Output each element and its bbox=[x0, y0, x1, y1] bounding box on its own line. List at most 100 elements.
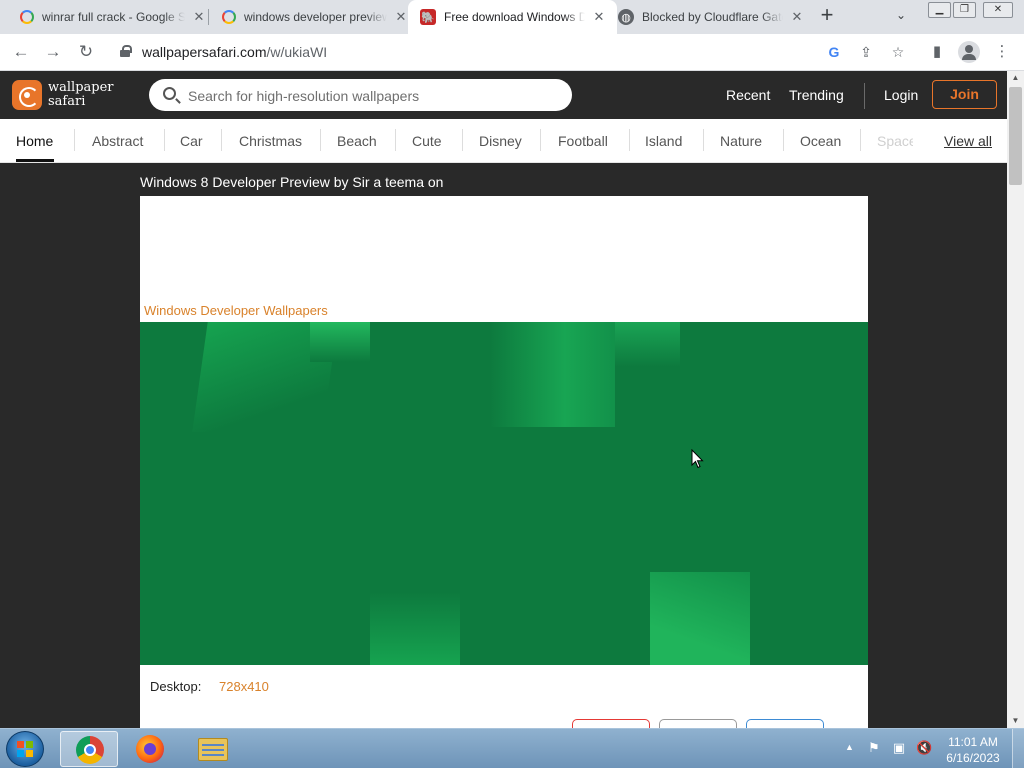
google-icon bbox=[20, 10, 34, 24]
tab-google-search-windows-developer[interactable]: windows developer preview ✕ bbox=[210, 0, 419, 34]
category-football[interactable]: Football bbox=[558, 133, 608, 149]
clock-date: 6/16/2023 bbox=[946, 751, 1000, 765]
category-separator bbox=[395, 129, 396, 151]
trending-link[interactable]: Trending bbox=[789, 87, 844, 103]
clock-time: 11:01 AM bbox=[948, 735, 998, 749]
taskbar-chrome-button[interactable] bbox=[60, 731, 118, 767]
category-abstract[interactable]: Abstract bbox=[92, 133, 143, 149]
join-button[interactable]: Join bbox=[932, 80, 997, 109]
header-divider bbox=[864, 83, 865, 109]
windows-developer-wallpapers-link[interactable]: Windows Developer Wallpapers bbox=[144, 303, 328, 318]
google-lens-icon[interactable]: G bbox=[824, 42, 844, 62]
address-bar[interactable]: wallpapersafari.com/w/ukiaWI G ⇪ ☆ bbox=[108, 38, 918, 66]
tab-wallpapersafari-active[interactable]: 🐘 Free download Windows Developer ✕ bbox=[408, 0, 617, 34]
active-category-underline bbox=[16, 159, 54, 162]
category-separator bbox=[783, 129, 784, 151]
category-separator bbox=[462, 129, 463, 151]
share-icon[interactable]: ⇪ bbox=[856, 42, 876, 62]
file-explorer-icon bbox=[198, 738, 228, 761]
tab-close-icon[interactable]: ✕ bbox=[191, 9, 207, 25]
back-arrow-icon[interactable]: ← bbox=[9, 40, 33, 64]
category-ocean[interactable]: Ocean bbox=[800, 133, 841, 149]
network-icon[interactable]: ▣ bbox=[891, 741, 907, 755]
category-separator bbox=[320, 129, 321, 151]
tab-google-search-winrar[interactable]: winrar full crack - Google Search ✕ bbox=[8, 0, 217, 34]
tab-search-chevron-icon[interactable]: ⌄ bbox=[896, 8, 906, 22]
lock-icon[interactable] bbox=[120, 45, 132, 57]
close-window-icon[interactable]: ✕ bbox=[983, 2, 1013, 18]
category-separator bbox=[221, 129, 222, 151]
logo-text-line2: safari bbox=[48, 94, 86, 109]
restore-window-icon[interactable]: ❐ bbox=[953, 2, 976, 18]
browser-tab-strip: winrar full crack - Google Search ✕ wind… bbox=[0, 0, 1024, 34]
chrome-icon bbox=[76, 736, 104, 764]
new-tab-button[interactable]: + bbox=[815, 4, 839, 28]
login-link[interactable]: Login bbox=[884, 87, 918, 103]
category-car[interactable]: Car bbox=[180, 133, 203, 149]
tab-cloudflare-blocked[interactable]: ◍ Blocked by Cloudflare Gateway ✕ bbox=[606, 0, 815, 34]
tab-title: Blocked by Cloudflare Gateway bbox=[642, 10, 783, 24]
scrollbar-thumb[interactable] bbox=[1009, 87, 1022, 185]
reload-icon[interactable]: ↻ bbox=[74, 40, 98, 64]
show-hidden-icons-arrow[interactable]: ▲ bbox=[845, 742, 854, 752]
forward-arrow-icon[interactable]: → bbox=[41, 40, 65, 64]
tab-title: winrar full crack - Google Search bbox=[42, 10, 185, 24]
site-logo[interactable]: wallpaper safari bbox=[12, 80, 114, 110]
category-nav: Home Abstract Car Christmas Beach Cute D… bbox=[0, 119, 1007, 163]
globe-icon: ◍ bbox=[618, 9, 634, 25]
tab-close-icon[interactable]: ✕ bbox=[393, 9, 409, 25]
volume-muted-icon[interactable]: 🔇 bbox=[916, 741, 932, 755]
url-text[interactable]: wallpapersafari.com/w/ukiaWI bbox=[142, 44, 327, 60]
scroll-down-arrow-icon[interactable]: ▼ bbox=[1007, 714, 1024, 728]
profile-avatar-icon[interactable] bbox=[958, 41, 980, 63]
side-panel-icon[interactable]: ▮ bbox=[925, 40, 949, 64]
page-title: Windows 8 Developer Preview by Sir a tee… bbox=[140, 174, 444, 190]
wallpaper-panel: Windows Developer Wallpapers Desktop: 72… bbox=[140, 196, 868, 739]
system-clock[interactable]: 11:01 AM 6/16/2023 bbox=[940, 734, 1006, 766]
scroll-up-arrow-icon[interactable]: ▲ bbox=[1007, 71, 1024, 85]
wallpapersafari-logo-icon bbox=[12, 80, 42, 110]
category-nature[interactable]: Nature bbox=[720, 133, 762, 149]
category-separator bbox=[540, 129, 541, 151]
logo-text-line1: wallpaper bbox=[48, 80, 114, 95]
action-center-flag-icon[interactable]: ⚑ bbox=[866, 741, 882, 755]
tab-title: windows developer preview bbox=[244, 10, 387, 24]
search-icon bbox=[163, 87, 176, 100]
google-icon bbox=[222, 10, 236, 24]
page-scrollbar[interactable]: ▲ ▼ bbox=[1007, 71, 1024, 728]
tab-close-icon[interactable]: ✕ bbox=[591, 9, 607, 25]
site-header: wallpaper safari Search for high-resolut… bbox=[0, 71, 1007, 119]
taskbar-firefox-button[interactable] bbox=[121, 731, 179, 767]
category-separator bbox=[703, 129, 704, 151]
category-christmas[interactable]: Christmas bbox=[239, 133, 302, 149]
category-home[interactable]: Home bbox=[16, 133, 53, 149]
category-cute[interactable]: Cute bbox=[412, 133, 442, 149]
category-separator bbox=[629, 129, 630, 151]
taskbar-file-explorer-button[interactable] bbox=[184, 731, 242, 767]
category-space[interactable]: Space bbox=[877, 133, 913, 149]
bookmark-star-icon[interactable]: ☆ bbox=[888, 42, 908, 62]
wallpaper-image[interactable] bbox=[140, 322, 868, 665]
tab-close-icon[interactable]: ✕ bbox=[789, 9, 805, 25]
windows-taskbar: ▲ ⚑ ▣ 🔇 11:01 AM 6/16/2023 bbox=[0, 728, 1024, 768]
category-disney[interactable]: Disney bbox=[479, 133, 522, 149]
search-placeholder: Search for high-resolution wallpapers bbox=[188, 88, 420, 104]
browser-menu-icon[interactable]: ⋮ bbox=[990, 40, 1014, 64]
tab-title: Free download Windows Developer bbox=[444, 10, 585, 24]
firefox-icon bbox=[136, 735, 164, 763]
recent-link[interactable]: Recent bbox=[726, 87, 770, 103]
category-separator bbox=[860, 129, 861, 151]
category-beach[interactable]: Beach bbox=[337, 133, 377, 149]
category-separator bbox=[164, 129, 165, 151]
desktop-label: Desktop: bbox=[150, 679, 202, 694]
tab-separator bbox=[208, 9, 209, 25]
site-search-input[interactable]: Search for high-resolution wallpapers bbox=[149, 79, 572, 111]
category-separator bbox=[74, 129, 75, 151]
minimize-window-icon[interactable]: ▁ bbox=[928, 2, 951, 18]
wallpapersafari-icon: 🐘 bbox=[420, 9, 436, 25]
category-island[interactable]: Island bbox=[645, 133, 682, 149]
windows-start-button[interactable] bbox=[6, 731, 44, 767]
view-all-categories-link[interactable]: View all bbox=[944, 133, 992, 149]
desktop-resolution-link[interactable]: 728x410 bbox=[219, 679, 269, 694]
show-desktop-button[interactable] bbox=[1012, 729, 1024, 768]
